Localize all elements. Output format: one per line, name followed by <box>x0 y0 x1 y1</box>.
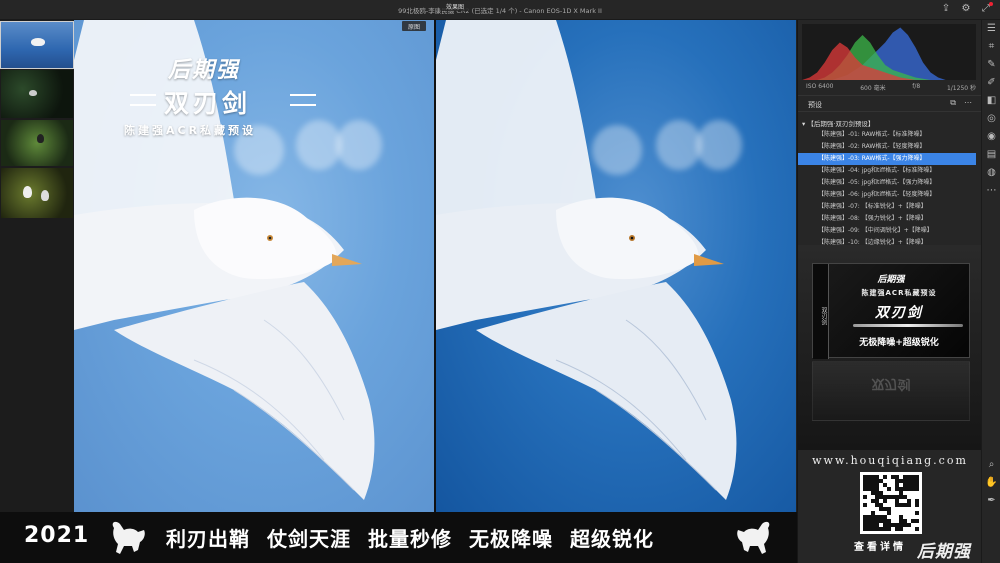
preset-item[interactable]: 【陈建强】-03: RAW格式-【强力降噪】 <box>798 153 976 165</box>
preset-group-label: 【后期强·双刃剑预设】 <box>807 120 875 128</box>
exif-shutter: 1/1250 秒 <box>946 85 976 92</box>
box-logo: 后期强 <box>877 275 905 285</box>
settings-gear-icon[interactable]: ⚙ <box>960 3 972 15</box>
healing-brush-icon[interactable]: ✎ <box>982 56 1000 74</box>
box-subtitle: 陈建强ACR私藏预设 <box>861 289 937 297</box>
preset-item[interactable]: 【陈建强】-05: jpg和tiff格式-【强力降噪】 <box>798 177 982 189</box>
thumb-bird-shape <box>29 90 37 96</box>
preset-item[interactable]: 【陈建强】-04: jpg和tiff格式-【标准降噪】 <box>798 165 982 177</box>
title-bar-icons: ⇪ ⚙ ⤢ <box>940 2 993 15</box>
preset-item[interactable]: 【陈建强】-06: jpg和tiff格式-【轻度降噪】 <box>798 189 982 201</box>
banner-slogan: 仗剑天涯 <box>267 527 351 551</box>
zoom-icon[interactable]: ⌕ <box>982 456 1000 474</box>
banner-slogan: 利刃出鞘 <box>166 527 250 551</box>
box-reflection-text: 双刃剑 <box>871 376 911 391</box>
brand-name: 双刃剑 <box>130 84 316 120</box>
red-eye-icon[interactable]: ◉ <box>982 128 1000 146</box>
qr-caption: 查看详情 <box>854 542 906 553</box>
preset-item[interactable]: 【陈建强】-08: 【强力锐化】+【降噪】 <box>798 213 982 225</box>
sampler-icon[interactable]: ✒ <box>982 492 1000 510</box>
exif-aperture: f/8 <box>912 83 921 90</box>
promo-banner: 2021 利刃出鞘 仗剑天涯 批量秒修 无极降噪 超级锐化 <box>0 512 797 563</box>
exif-iso: ISO 6400 <box>806 83 834 90</box>
export-icon[interactable]: ⇪ <box>940 3 952 15</box>
preset-item[interactable]: 【陈建强】-02: RAW格式-【轻度降噪】 <box>798 141 982 153</box>
after-label: 效果图 <box>440 1 471 11</box>
box-name: 双刃剑 <box>875 305 923 321</box>
exif-focal: 600 毫米 <box>860 85 886 92</box>
qr-code[interactable] <box>860 472 922 534</box>
thumb-bird-shape <box>23 186 32 198</box>
before-image-panel[interactable]: 后期强 双刃剑 陈建强ACR私藏预设 原图 <box>74 20 434 512</box>
thumb-bird-shape <box>31 38 45 46</box>
window-title: 99北极鸥-李康民摄 CR2 (已选定 1/4 个) - Canon EOS-1… <box>398 7 602 15</box>
histogram <box>802 24 976 80</box>
preset-item[interactable]: 【陈建强】-07: 【标准锐化】+【降噪】 <box>798 201 982 213</box>
brush-icon[interactable]: ✐ <box>982 74 1000 92</box>
more-tools-icon[interactable]: ⋯ <box>982 182 1000 200</box>
filmstrip-thumb-3[interactable] <box>1 120 73 166</box>
seagull-photo-after <box>436 20 737 500</box>
qr-module <box>915 527 919 531</box>
filmstrip-thumb-4[interactable] <box>1 168 73 218</box>
product-box: 双刃剑 后期强 陈建强ACR私藏预设 双刃剑 无极降噪+超级锐化 <box>812 263 970 359</box>
new-preset-icon[interactable]: ⧉ <box>950 98 956 108</box>
brand-logo: 后期强 <box>168 58 241 83</box>
title-bar: 99北极鸥-李康民摄 CR2 (已选定 1/4 个) - Canon EOS-1… <box>0 0 1000 20</box>
filmstrip-thumb-2[interactable] <box>1 70 73 118</box>
hand-icon[interactable]: ✋ <box>982 474 1000 492</box>
thumb-bird-shape <box>41 190 49 201</box>
preset-group[interactable]: ▾ 【后期强·双刃剑预设】 <box>802 118 874 128</box>
preset-list: 【陈建强】-01: RAW格式-【标准降噪】 【陈建强】-02: RAW格式-【轻… <box>798 129 982 249</box>
presets-title: 预设 <box>808 101 822 109</box>
bull-icon <box>112 521 145 554</box>
brand-subtitle: 陈建强ACR私藏预设 <box>124 124 257 137</box>
filmstrip-thumb-1[interactable] <box>0 21 74 69</box>
exif-info: ISO 6400 600 毫米 f/8 1/1250 秒 <box>806 83 976 92</box>
after-image-panel[interactable] <box>436 20 796 512</box>
snapshots-icon[interactable]: ▤ <box>982 146 1000 164</box>
preset-item[interactable]: 【陈建强】-09: 【中间调锐化】+【降噪】 <box>798 225 982 237</box>
banner-slogan: 超级锐化 <box>570 527 654 551</box>
bull-icon <box>737 521 770 554</box>
website-link[interactable]: www.houqiqiang.com <box>798 454 982 467</box>
box-feature: 无极降噪+超级锐化 <box>859 338 939 348</box>
sword-blade-icon <box>853 324 963 327</box>
tool-spacer <box>982 200 1000 456</box>
banner-slogan: 无极降噪 <box>469 527 553 551</box>
gradient-icon[interactable]: ◧ <box>982 92 1000 110</box>
presets-header: 预设 ⧉ ⋯ <box>798 95 982 112</box>
presets-icon[interactable]: ◍ <box>982 164 1000 182</box>
acr-window: 99北极鸥-李康民摄 CR2 (已选定 1/4 个) - Canon EOS-1… <box>0 0 1000 563</box>
filmstrip <box>0 20 74 515</box>
corner-logo: 后期强 <box>917 542 971 562</box>
expand-icon[interactable]: ⤢ <box>980 2 993 15</box>
radial-filter-icon[interactable]: ◎ <box>982 110 1000 128</box>
preset-item[interactable]: 【陈建强】-01: RAW格式-【标准降噪】 <box>798 129 982 141</box>
edit-sliders-icon[interactable]: ☰ <box>982 20 1000 38</box>
presets-header-icons: ⧉ ⋯ <box>950 98 972 108</box>
qr-code-pattern <box>863 475 919 531</box>
more-options-icon[interactable]: ⋯ <box>964 98 972 108</box>
banner-year: 2021 <box>24 523 90 548</box>
product-box-promo: 双刃剑 后期强 陈建强ACR私藏预设 双刃剑 无极降噪+超级锐化 双刃剑 <box>798 245 982 450</box>
before-label: 原图 <box>402 21 427 31</box>
crop-icon[interactable]: ⌗ <box>982 38 1000 56</box>
banner-slogan: 批量秒修 <box>368 527 452 551</box>
right-panel: ISO 6400 600 毫米 f/8 1/1250 秒 预设 ⧉ ⋯ ▾ 【后… <box>797 20 982 563</box>
box-reflection: 双刃剑 <box>812 361 970 421</box>
tool-strip: ☰ ⌗ ✎ ✐ ◧ ◎ ◉ ▤ ◍ ⋯ ⌕ ✋ ✒ <box>981 20 1000 563</box>
brand-overlay: 后期强 双刃剑 陈建强ACR私藏预设 <box>124 52 316 138</box>
thumb-bird-shape <box>37 134 44 143</box>
banner-slogans: 利刃出鞘 仗剑天涯 批量秒修 无极降噪 超级锐化 <box>166 523 654 552</box>
